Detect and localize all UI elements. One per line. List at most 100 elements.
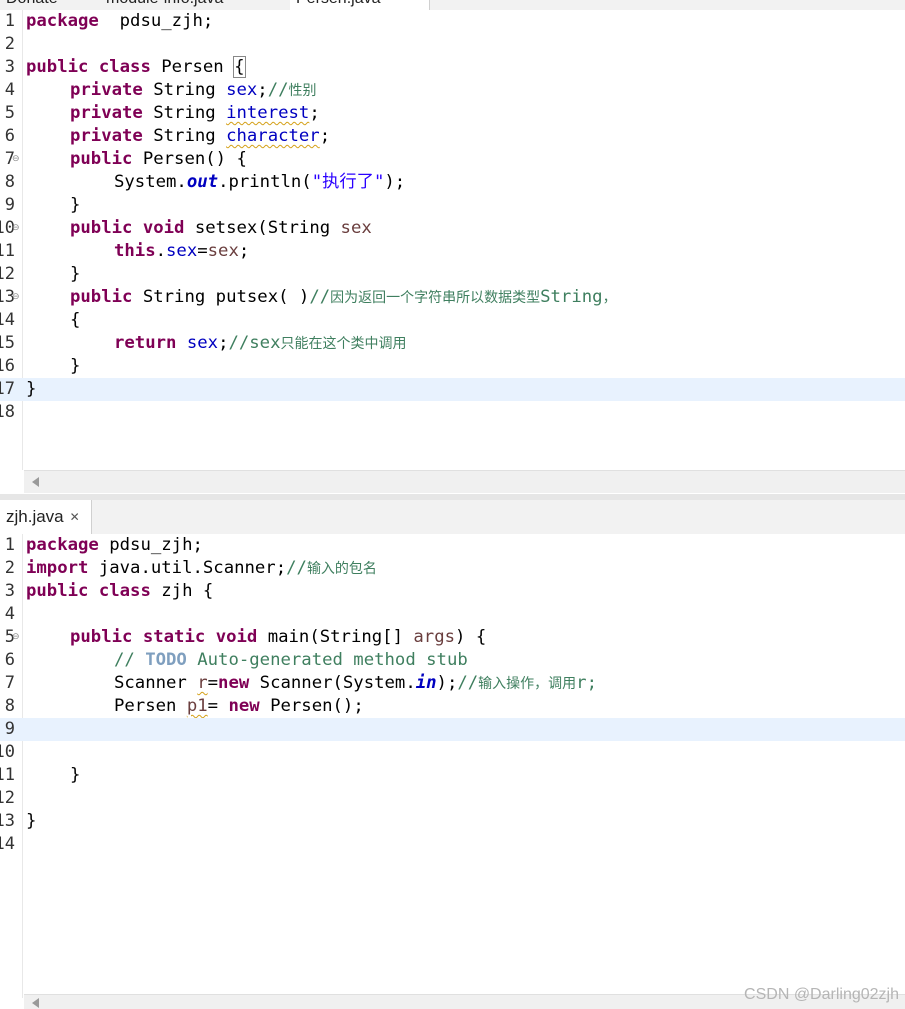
code-text: // TODO Auto-generated method stub bbox=[114, 649, 468, 672]
code-text: public void setsex(String sex bbox=[70, 217, 372, 240]
code-line[interactable]: 5 private String interest; bbox=[0, 102, 905, 125]
code-line[interactable]: 3 public class Persen { bbox=[0, 56, 905, 79]
code-line[interactable]: 10⊖public void setsex(String sex bbox=[0, 217, 905, 240]
line-number: 12 bbox=[0, 264, 15, 284]
code-token: ; bbox=[309, 103, 320, 123]
code-line[interactable]: 9} bbox=[0, 194, 905, 217]
code-line[interactable]: 15 return sex;//sex只能在这个类中调用 bbox=[0, 332, 905, 355]
code-line[interactable]: 6 private String character; bbox=[0, 125, 905, 148]
line-number: 17 bbox=[0, 379, 15, 399]
fold-toggle-icon[interactable]: ⊖ bbox=[12, 626, 20, 649]
code-line[interactable]: 12} bbox=[0, 263, 905, 286]
code-text: } bbox=[70, 263, 80, 286]
code-token: interest bbox=[226, 103, 310, 123]
code-line[interactable]: 7 Scanner r=new Scanner(System.in);//输入操作… bbox=[0, 672, 905, 695]
code-line[interactable]: 14 { bbox=[0, 309, 905, 332]
fold-toggle-icon[interactable]: ⊖ bbox=[12, 286, 20, 309]
code-token: String bbox=[142, 80, 227, 100]
code-token: in bbox=[415, 673, 437, 693]
code-token: new bbox=[228, 696, 260, 716]
code-line[interactable]: 10 bbox=[0, 741, 905, 764]
line-number: 2 bbox=[4, 558, 15, 578]
code-line[interactable]: 8 Persen p1= new Persen(); bbox=[0, 695, 905, 718]
scroll-left-icon[interactable] bbox=[32, 477, 39, 487]
line-number: 1 bbox=[4, 11, 15, 31]
code-token: 因为返回一个字符串所以数据类型 bbox=[330, 290, 541, 306]
tab-persen[interactable]: Persen.java bbox=[290, 0, 430, 10]
code-line[interactable]: 11this.sex=sex; bbox=[0, 240, 905, 263]
code-token: ; bbox=[238, 241, 250, 261]
editor-pane-zjh[interactable]: 1 package pdsu_zjh; 2 import java.util.Scan… bbox=[0, 534, 905, 998]
code-line[interactable]: 3 public class zjh { bbox=[0, 580, 905, 603]
line-number: 9 bbox=[4, 195, 15, 215]
code-token: 只能在这个类中调用 bbox=[280, 336, 407, 352]
code-line[interactable]: 9 bbox=[0, 718, 905, 741]
code-text: } bbox=[70, 355, 80, 378]
code-token: String bbox=[142, 103, 227, 123]
code-token: args bbox=[413, 627, 456, 647]
code-line[interactable]: 13} bbox=[0, 810, 905, 833]
fold-toggle-icon[interactable]: ⊖ bbox=[12, 148, 20, 171]
code-token: pdsu_zjh; bbox=[98, 535, 203, 555]
code-line[interactable]: 5 ⊖ public static void main(String[] args)… bbox=[0, 626, 905, 649]
line-number: 8 bbox=[4, 172, 15, 192]
code-token: r bbox=[197, 673, 208, 693]
code-token: } bbox=[70, 356, 81, 376]
tab-label: zjh.java bbox=[6, 507, 64, 526]
code-token: sex bbox=[186, 333, 219, 353]
code-token: return bbox=[114, 333, 177, 353]
code-token: r; bbox=[576, 673, 597, 693]
code-line[interactable]: 11} bbox=[0, 764, 905, 787]
code-line[interactable]: 1 package pdsu_zjh; bbox=[0, 534, 905, 557]
scroll-left-icon[interactable] bbox=[32, 998, 39, 1008]
code-token: private bbox=[70, 80, 143, 100]
code-line[interactable]: 14 bbox=[0, 833, 905, 856]
line-number: 8 bbox=[4, 696, 15, 716]
close-icon[interactable]: ✕ bbox=[70, 510, 80, 524]
line-number: 7 bbox=[4, 673, 15, 693]
code-token: Auto-generated method stub bbox=[186, 650, 468, 670]
fold-toggle-icon[interactable]: ⊖ bbox=[12, 217, 20, 240]
line-number: 5 bbox=[4, 103, 15, 123]
code-line[interactable]: 2 bbox=[0, 33, 905, 56]
code-token: static bbox=[142, 627, 206, 647]
code-line[interactable]: 13⊖public String putsex( )//因为返回一个字符串所以数… bbox=[0, 286, 905, 309]
code-text: return sex;//sex只能在这个类中调用 bbox=[114, 332, 407, 356]
tab-zjh[interactable]: zjh.java ✕ bbox=[0, 500, 92, 534]
code-line[interactable]: 17} bbox=[0, 378, 905, 401]
editor-pane-persen[interactable]: 1 package pdsu_zjh; 2 3 public class Persen … bbox=[0, 10, 905, 470]
code-line[interactable]: 1 package pdsu_zjh; bbox=[0, 10, 905, 33]
code-token: . bbox=[155, 241, 167, 261]
code-token: sex bbox=[207, 241, 239, 261]
code-token: Persen bbox=[114, 696, 187, 716]
horizontal-scrollbar[interactable] bbox=[24, 470, 905, 493]
code-line[interactable]: 18 bbox=[0, 401, 905, 424]
code-line[interactable]: 4 bbox=[0, 603, 905, 626]
code-token: package bbox=[26, 535, 99, 555]
code-line[interactable]: 16} bbox=[0, 355, 905, 378]
code-token: character bbox=[226, 126, 320, 146]
code-token: { bbox=[233, 56, 246, 78]
code-text: Persen p1= new Persen(); bbox=[114, 695, 364, 718]
code-token: System. bbox=[114, 172, 187, 192]
line-number: 2 bbox=[4, 34, 15, 54]
tab-module-info[interactable]: module-info.java bbox=[100, 0, 280, 10]
code-text: { bbox=[70, 309, 80, 332]
code-token: new bbox=[218, 673, 250, 693]
code-line[interactable]: 2 import java.util.Scanner;//输入的包名 bbox=[0, 557, 905, 580]
code-line[interactable]: 6 // TODO Auto-generated method stub bbox=[0, 649, 905, 672]
code-token: out bbox=[186, 172, 219, 192]
code-line[interactable]: 8 System.out.println("执行了"); bbox=[0, 171, 905, 194]
code-line[interactable]: 4 private String sex;//性别 bbox=[0, 79, 905, 102]
code-token: } bbox=[70, 195, 81, 215]
code-line[interactable]: 12 bbox=[0, 787, 905, 810]
code-token: ， bbox=[602, 290, 617, 306]
code-line[interactable]: 7 ⊖ public Persen() { bbox=[0, 148, 905, 171]
code-token: void bbox=[215, 627, 258, 647]
code-token: main(String[] bbox=[257, 627, 414, 647]
tab-donate[interactable]: Donate bbox=[0, 0, 80, 10]
